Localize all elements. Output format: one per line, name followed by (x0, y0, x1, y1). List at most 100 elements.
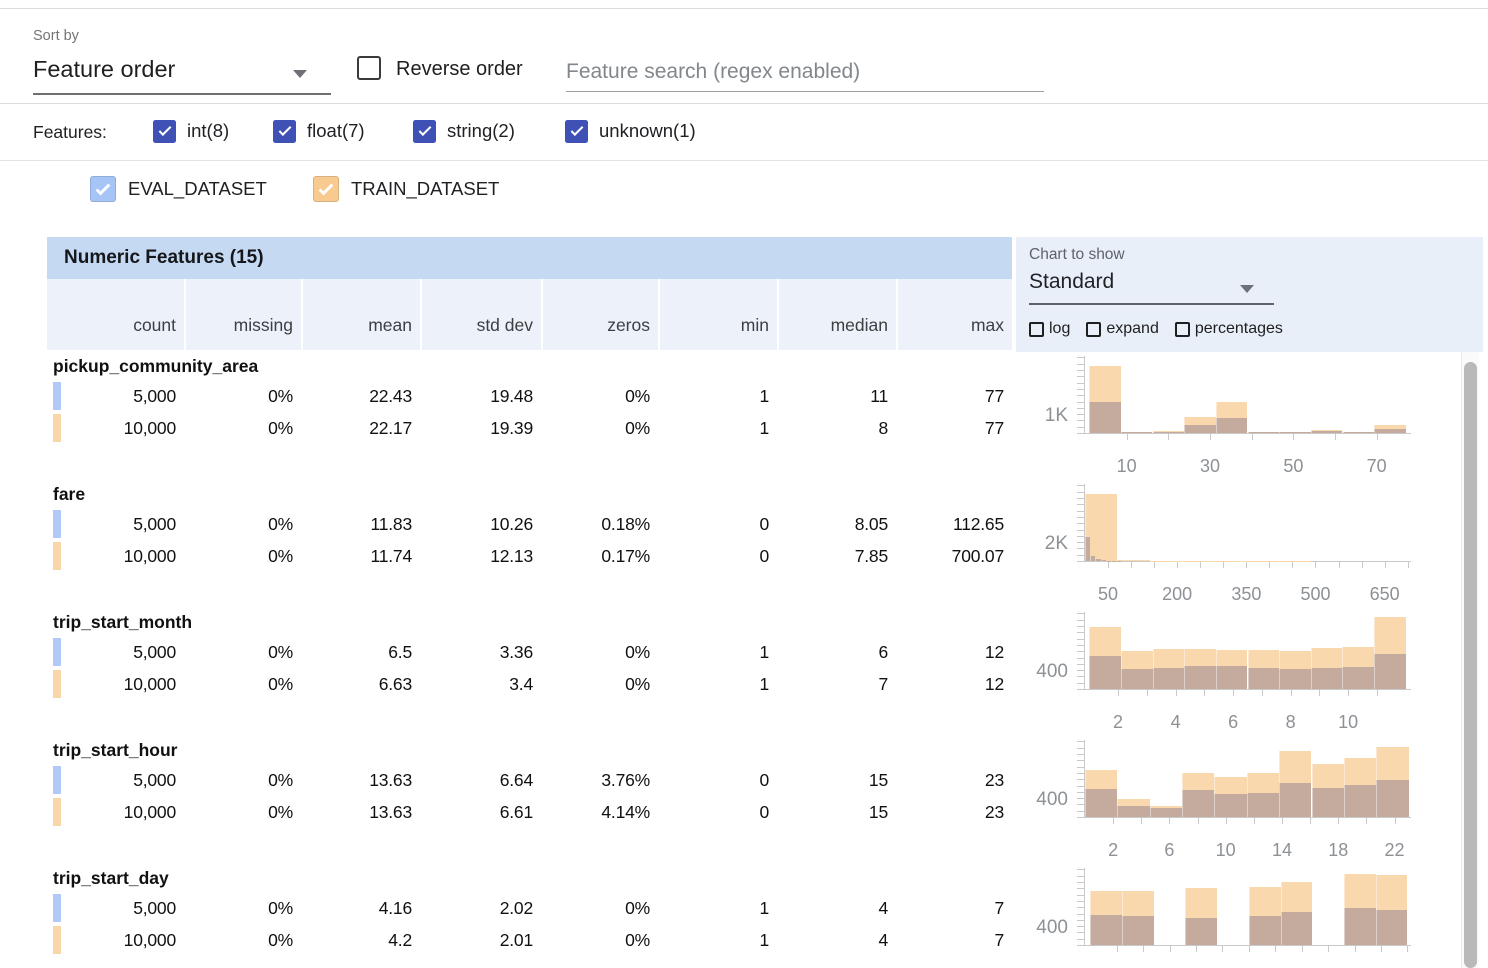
eval-histogram-bar (1089, 402, 1121, 433)
legend-train_dataset[interactable]: TRAIN_DATASET (313, 176, 499, 202)
chart-dropdown-underline (1029, 303, 1274, 305)
checkbox-checked-icon[interactable] (413, 120, 436, 143)
chart-option-toggles: log expand percentages (1029, 317, 1283, 341)
percentages-checkbox[interactable] (1175, 322, 1190, 337)
train-dataset-swatch (53, 542, 61, 570)
x-axis-tick-label: 10 (1196, 839, 1256, 861)
feature-block-trip_start_day: trip_start_day5,0000%4.162.020%14710,000… (47, 864, 1461, 968)
dataset-name-label: EVAL_DATASET (128, 178, 267, 200)
feature-name: pickup_community_area (53, 356, 258, 377)
y-axis-tick (1077, 798, 1084, 799)
y-axis-tick (1077, 811, 1084, 812)
y-axis-tick (1077, 804, 1084, 805)
x-axis-tick-label: 30 (1180, 455, 1240, 477)
histogram-x-axis (1077, 689, 1411, 690)
stat-std-dev: 12.13 (420, 540, 541, 572)
x-axis-tick-label: 50 (1078, 583, 1138, 605)
toggle-label: expand (1106, 320, 1159, 338)
checkmark-icon (158, 123, 171, 136)
eval-histogram-bar (1376, 780, 1408, 817)
stat-zeros: 0% (541, 924, 658, 956)
histogram-y-axis (1084, 612, 1085, 689)
checkmark-icon (418, 123, 431, 136)
checkbox-checked-icon[interactable] (153, 120, 176, 143)
train-stats-row: 10,0000%6.633.40%1712 (47, 668, 1012, 700)
chart-type-dropdown[interactable]: Standard (1029, 270, 1114, 294)
sort-order-dropdown[interactable]: Feature order (33, 56, 175, 83)
stat-mean: 11.83 (301, 508, 420, 540)
eval-histogram-bar (1374, 429, 1406, 433)
filter-unknown[interactable]: unknown(1) (565, 119, 696, 143)
stat-median: 8 (777, 412, 896, 444)
stat-zeros: 0% (541, 636, 658, 668)
divider (0, 103, 1488, 104)
stat-missing: 0% (184, 796, 301, 828)
x-axis-tick (1118, 690, 1119, 696)
feature-search-input[interactable] (566, 52, 1044, 92)
stat-count: 10,000 (47, 796, 184, 828)
y-axis-tick (1077, 364, 1084, 365)
train_dataset-checkbox[interactable] (313, 176, 339, 202)
checkbox-checked-icon[interactable] (565, 120, 588, 143)
train-stats-row: 10,0000%4.22.010%147 (47, 924, 1012, 956)
eval-histogram-bar (1185, 918, 1217, 945)
column-header-min: min (658, 279, 777, 350)
toggle-expand[interactable]: expand (1086, 320, 1159, 338)
stat-std-dev: 2.02 (420, 892, 541, 924)
filter-int[interactable]: int(8) (153, 119, 229, 143)
checkmark-icon (278, 123, 291, 136)
stat-std-dev: 3.36 (420, 636, 541, 668)
checkbox-checked-icon[interactable] (273, 120, 296, 143)
stat-min: 1 (658, 380, 777, 412)
x-axis-tick (1198, 818, 1199, 824)
eval-histogram-bar (1122, 916, 1154, 945)
scrollbar-track[interactable] (1461, 352, 1479, 968)
chart-to-show-panel: Chart to show Standard logexpandpercenta… (1016, 237, 1483, 352)
divider (0, 160, 1488, 161)
scrollbar-thumb[interactable] (1464, 362, 1477, 968)
chevron-down-icon[interactable] (1240, 285, 1254, 293)
histogram-y-axis-label: 400 (988, 789, 1068, 811)
x-axis-tick (1348, 690, 1349, 696)
reverse-order-checkbox[interactable] (357, 56, 381, 80)
eval-histogram-bar (1311, 431, 1343, 433)
filter-float[interactable]: float(7) (273, 119, 365, 143)
y-axis-tick (1077, 408, 1084, 409)
eval-histogram-bar (1279, 432, 1311, 433)
toggle-log[interactable]: log (1029, 320, 1070, 338)
y-axis-tick (1077, 370, 1084, 371)
eval-dataset-swatch (53, 894, 61, 922)
feature-name: trip_start_hour (53, 740, 177, 761)
x-axis-tick (1335, 434, 1336, 440)
stat-missing: 0% (184, 540, 301, 572)
stat-missing: 0% (184, 636, 301, 668)
stat-count: 5,000 (47, 892, 184, 924)
expand-checkbox[interactable] (1086, 322, 1101, 337)
toggle-percentages[interactable]: percentages (1175, 320, 1283, 338)
stat-std-dev: 3.4 (420, 668, 541, 700)
stat-std-dev: 6.61 (420, 796, 541, 828)
filter-string[interactable]: string(2) (413, 119, 515, 143)
y-axis-tick (1077, 741, 1084, 742)
eval-histogram-bar (1342, 667, 1374, 689)
stat-count: 5,000 (47, 508, 184, 540)
x-axis-tick-label: 14 (1252, 839, 1312, 861)
eval-histogram-bar (1184, 425, 1216, 433)
feature-block-fare: fare5,0000%11.8310.260.18%08.05112.6510,… (47, 480, 1461, 608)
y-axis-tick (1077, 932, 1084, 933)
y-axis-tick (1077, 511, 1084, 512)
column-header-std-dev: std dev (420, 279, 541, 350)
eval_dataset-checkbox[interactable] (90, 176, 116, 202)
checkmark-icon (319, 180, 334, 195)
log-checkbox[interactable] (1029, 322, 1044, 337)
chevron-down-icon[interactable] (293, 70, 307, 78)
features-filter-label: Features: (33, 122, 107, 143)
x-axis-tick (1147, 690, 1148, 696)
train-stats-row: 10,0000%13.636.614.14%01523 (47, 796, 1012, 828)
eval-histogram-bar (1214, 794, 1246, 817)
y-axis-tick (1077, 767, 1084, 768)
y-axis-tick (1077, 376, 1084, 377)
train-stats-row: 10,0000%11.7412.130.17%07.85700.07 (47, 540, 1012, 572)
legend-eval_dataset[interactable]: EVAL_DATASET (90, 176, 267, 202)
x-axis-tick (1254, 818, 1255, 824)
